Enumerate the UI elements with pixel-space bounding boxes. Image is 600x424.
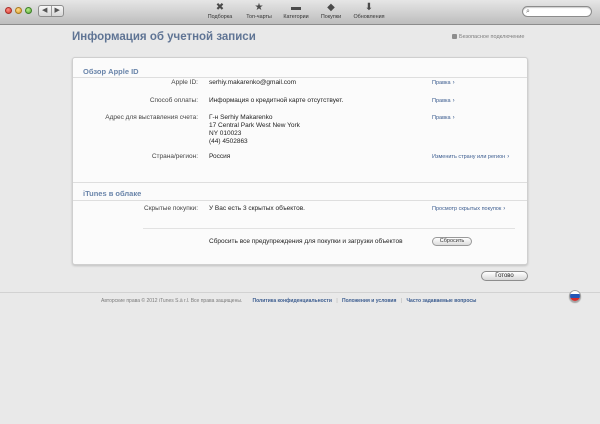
navigation-buttons: ◀ ▶ <box>38 5 64 17</box>
chevron-right-icon: › <box>507 154 510 160</box>
edit-payment-link[interactable]: Правка › <box>432 98 455 104</box>
billing-address-line: (44) 4502863 <box>209 138 248 145</box>
edit-payment-label: Правка <box>432 98 451 104</box>
change-country-link[interactable]: Изменить страну или регион › <box>432 154 509 160</box>
updates-icon: ⬇ <box>364 2 374 13</box>
reset-warnings-button[interactable]: Сбросить <box>432 237 472 246</box>
footer-separator <box>247 298 248 304</box>
billing-address-line: NY 010023 <box>209 130 242 137</box>
hidden-purchases-value: У Вас есть 3 скрытых объектов. <box>209 205 305 212</box>
payment-method-value: Информация о кредитной карте отсутствует… <box>209 97 344 104</box>
window-toolbar: ◀ ▶ ✖ Подборка ★ Топ-чарты ▬ Категории ◆… <box>0 0 600 25</box>
secure-connection-text: Безопасное подключение <box>459 34 525 40</box>
toolbar-categories[interactable]: ▬ Категории <box>281 2 311 21</box>
view-hidden-purchases-label: Просмотр скрытых покупок <box>432 206 502 212</box>
chevron-right-icon: › <box>503 206 506 212</box>
change-country-label: Изменить страну или регион <box>432 154 506 160</box>
edit-apple-id-label: Правка <box>432 80 451 86</box>
reset-warnings-text: Сбросить все предупреждения для покупки … <box>209 238 403 245</box>
forward-arrow-icon: ▶ <box>54 7 60 14</box>
minimize-window-button[interactable] <box>15 7 22 14</box>
apple-id-value: serhiy.makarenko@gmail.com <box>209 79 297 86</box>
section-divider <box>73 200 527 201</box>
toolbar-updates[interactable]: ⬇ Обновления <box>351 2 387 21</box>
copyright-text: Авторские права © 2012 iTunes S.à r.l. В… <box>101 298 243 304</box>
search-field[interactable]: ⌕ <box>522 6 592 17</box>
lock-icon <box>452 34 457 39</box>
toolbar-featured-label: Подборка <box>207 14 233 20</box>
secure-connection-label: Безопасное подключение <box>452 34 524 40</box>
faq-link[interactable]: Часто задаваемые вопросы <box>407 298 477 304</box>
featured-icon: ✖ <box>215 2 225 13</box>
footer-divider <box>0 292 600 293</box>
toolbar-top-charts[interactable]: ★ Топ-чарты <box>242 2 276 21</box>
toolbar-top-charts-label: Топ-чарты <box>246 14 272 20</box>
chevron-right-icon: › <box>452 80 455 86</box>
footer-separator: | <box>400 298 403 304</box>
categories-icon: ▬ <box>291 2 301 13</box>
toolbar-purchases-label: Покупки <box>320 14 342 20</box>
section-divider <box>73 77 527 78</box>
billing-address-line: Г-н Serhiy Makarenko <box>209 114 273 121</box>
toolbar-purchases[interactable]: ◆ Покупки <box>318 2 344 21</box>
privacy-policy-link[interactable]: Политика конфиденциальности <box>253 298 332 304</box>
country-region-label: Страна/регион: <box>151 153 198 160</box>
apple-id-label: Apple ID: <box>171 79 198 86</box>
chevron-right-icon: › <box>452 115 455 121</box>
account-info-panel: Обзор Apple ID Apple ID: serhiy.makarenk… <box>72 57 528 265</box>
back-button[interactable]: ◀ <box>39 6 51 16</box>
edit-billing-link[interactable]: Правка › <box>432 115 455 121</box>
search-icon: ⌕ <box>526 8 530 15</box>
country-region-value: Россия <box>209 153 231 160</box>
toolbar-featured[interactable]: ✖ Подборка <box>205 2 235 21</box>
chevron-right-icon: › <box>452 98 455 104</box>
forward-button[interactable]: ▶ <box>50 6 64 16</box>
billing-address-line: 17 Central Park West New York <box>209 122 300 129</box>
toolbar-updates-label: Обновления <box>353 14 385 20</box>
itunes-cloud-heading: iTunes в облаке <box>83 189 142 198</box>
edit-apple-id-link[interactable]: Правка › <box>432 80 455 86</box>
close-window-button[interactable] <box>5 7 12 14</box>
footer-separator: | <box>336 298 338 304</box>
russia-flag-icon[interactable] <box>569 290 581 302</box>
row-divider <box>143 228 515 229</box>
terms-link[interactable]: Положения и условия <box>342 298 396 304</box>
apple-id-overview-heading: Обзор Apple ID <box>83 67 139 76</box>
edit-billing-label: Правка <box>432 115 451 121</box>
done-button[interactable]: Готово <box>481 271 528 281</box>
back-arrow-icon: ◀ <box>42 7 48 14</box>
page-title: Информация об учетной записи <box>72 31 256 43</box>
zoom-window-button[interactable] <box>25 7 32 14</box>
purchases-icon: ◆ <box>327 2 335 13</box>
star-icon: ★ <box>254 2 264 13</box>
view-hidden-purchases-link[interactable]: Просмотр скрытых покупок › <box>432 206 505 212</box>
hidden-purchases-label: Скрытые покупки: <box>144 205 198 212</box>
footer: Авторские права © 2012 iTunes S.à r.l. В… <box>101 298 476 304</box>
section-divider <box>73 182 527 183</box>
payment-method-label: Способ оплаты: <box>149 97 198 104</box>
billing-address-label: Адрес для выставления счета: <box>105 114 198 121</box>
toolbar-categories-label: Категории <box>283 14 309 20</box>
